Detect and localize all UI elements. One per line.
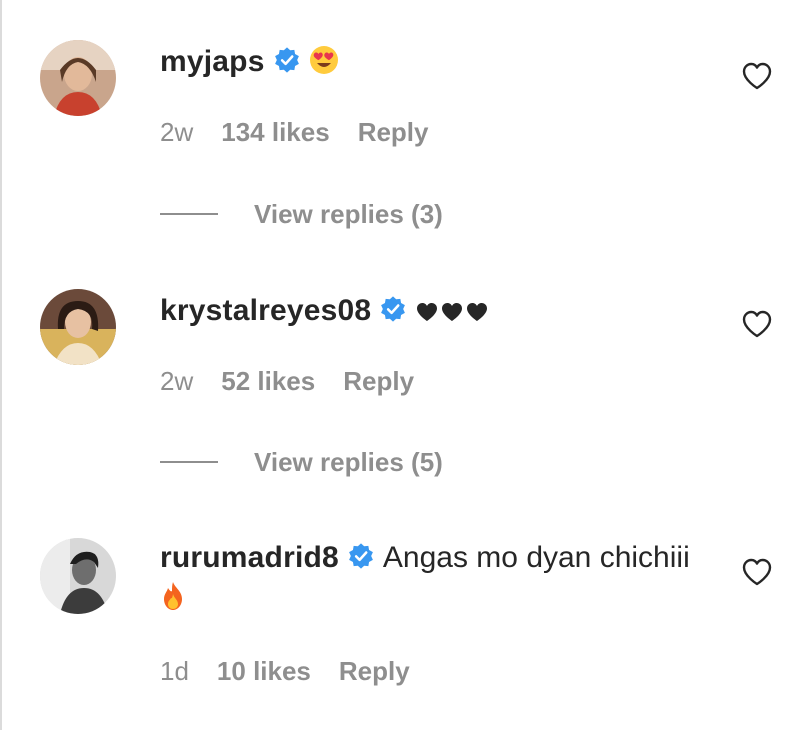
verified-badge-icon [274, 47, 299, 73]
comment-body: krystalreyes08 [160, 291, 720, 335]
divider [0, 0, 2, 730]
verified-badge-icon [349, 543, 373, 569]
avatar[interactable] [40, 40, 116, 116]
replies-line [160, 461, 218, 463]
reply-button[interactable]: Reply [339, 656, 410, 686]
avatar[interactable] [40, 289, 116, 365]
replies-line [160, 213, 218, 215]
reply-button[interactable]: Reply [358, 117, 429, 147]
likes-count[interactable]: 134 likes [221, 117, 329, 147]
comment-age[interactable]: 1d [160, 656, 189, 686]
comment-body: rurumadrid8 Angas mo dyan chichiii [160, 538, 700, 622]
heart-outline-icon[interactable] [741, 556, 773, 588]
view-replies-button[interactable]: View replies (3) [160, 199, 443, 230]
fire-emoji [160, 581, 186, 622]
comment-age[interactable]: 2w [160, 366, 193, 396]
heart-outline-icon[interactable] [741, 60, 773, 92]
comment-meta: 2w 134 likes Reply [160, 117, 429, 148]
likes-count[interactable]: 52 likes [221, 366, 315, 396]
username[interactable]: krystalreyes08 [160, 294, 371, 327]
likes-count[interactable]: 10 likes [217, 656, 311, 686]
reply-button[interactable]: Reply [343, 366, 414, 396]
username[interactable]: myjaps [160, 45, 265, 78]
comment-text: Angas mo dyan chichiii [382, 541, 690, 574]
view-replies-label[interactable]: View replies (3) [254, 199, 443, 229]
comment-age[interactable]: 2w [160, 117, 193, 147]
black-heart-emoji [415, 295, 489, 335]
comment-meta: 2w 52 likes Reply [160, 366, 414, 397]
username[interactable]: rurumadrid8 [160, 541, 339, 574]
avatar[interactable] [40, 538, 116, 614]
verified-badge-icon [381, 296, 406, 322]
heart-eyes-emoji [309, 45, 339, 86]
view-replies-button[interactable]: View replies (5) [160, 447, 443, 478]
heart-outline-icon[interactable] [741, 308, 773, 340]
comment-body: myjaps [160, 42, 720, 86]
comment-meta: 1d 10 likes Reply [160, 656, 410, 687]
view-replies-label[interactable]: View replies (5) [254, 447, 443, 477]
